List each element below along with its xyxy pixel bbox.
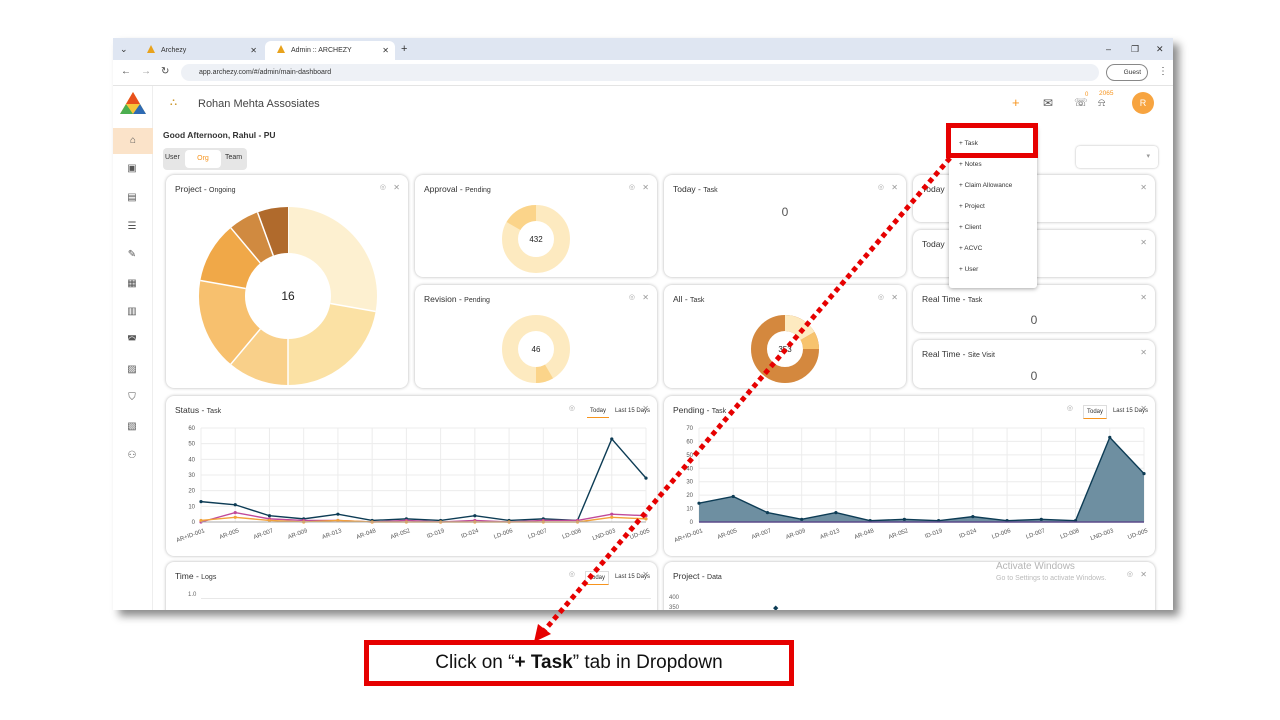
callout-prefix: Click on “	[435, 652, 515, 673]
annotation-arrow	[534, 156, 952, 642]
callout-bold: + Task	[514, 652, 573, 673]
callout-suffix: ” tab in Dropdown	[572, 652, 723, 673]
instruction-callout: Click on “+ Task” tab in Dropdown	[364, 640, 794, 686]
